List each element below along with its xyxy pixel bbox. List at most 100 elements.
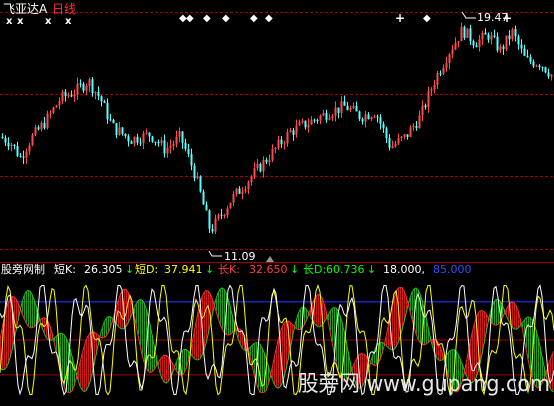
candle-body: [235, 188, 238, 195]
short-d-arrow: ↓: [205, 263, 214, 276]
candle-body: [412, 126, 415, 128]
candle-body: [370, 117, 373, 119]
candle-body: [172, 143, 175, 146]
candle-body: [127, 136, 130, 142]
signal-plus: +: [395, 11, 405, 25]
candle-body: [535, 65, 538, 67]
candle-body: [304, 120, 307, 128]
indicator-name: 股旁网制: [1, 262, 45, 276]
candle-body: [157, 141, 160, 144]
candle-body: [379, 117, 382, 124]
candle-body: [496, 36, 499, 51]
candle-body: [97, 91, 100, 97]
candle-body: [109, 119, 112, 121]
candle-body: [361, 119, 364, 122]
candle-body: [124, 133, 127, 137]
candle-body: [517, 36, 520, 45]
signal-diamond: ◆: [250, 13, 258, 24]
candle-body: [190, 154, 193, 166]
candle-body: [292, 130, 295, 135]
candle-body: [226, 208, 229, 216]
signal-diamond: ◆: [222, 13, 230, 24]
candle-body: [115, 123, 118, 135]
candle-body: [493, 35, 496, 37]
candle-body: [457, 41, 460, 43]
price-candles: [1, 22, 553, 235]
candle-body: [223, 215, 226, 217]
high-callout-line: [461, 11, 476, 19]
candle-body: [220, 214, 223, 216]
candle-body: [487, 34, 490, 40]
candle-body: [460, 26, 463, 42]
candle-body: [352, 106, 355, 109]
candle-body: [385, 128, 388, 138]
candle-body: [331, 115, 334, 119]
candle-body: [22, 156, 25, 158]
candle-body: [526, 55, 529, 58]
candle-body: [430, 89, 433, 91]
candle-body: [142, 133, 145, 144]
candle-body: [436, 73, 439, 86]
candle-body: [199, 176, 202, 192]
candle-body: [475, 45, 478, 48]
signal-diamond: ◆: [186, 13, 194, 24]
candle-body: [280, 139, 283, 145]
candle-body: [46, 113, 49, 129]
candle-body: [325, 112, 328, 120]
candle-body: [367, 114, 370, 119]
candle-body: [238, 188, 241, 194]
candle-body: [61, 91, 64, 102]
candle-body: [166, 147, 169, 154]
candle-body: [289, 130, 292, 133]
candle-body: [307, 124, 310, 128]
candle-body: [13, 144, 16, 147]
candle-body: [547, 72, 550, 77]
candle-body: [70, 95, 73, 97]
candle-body: [79, 83, 82, 85]
candle-body: [382, 123, 385, 129]
candle-body: [400, 136, 403, 139]
candle-body: [184, 142, 187, 149]
candle-body: [7, 142, 10, 147]
candle-body: [229, 202, 232, 209]
candle-body: [469, 28, 472, 42]
candle-body: [445, 63, 448, 68]
candle-body: [529, 57, 532, 62]
candle-body: [88, 79, 91, 87]
candle-body: [217, 214, 220, 219]
candle-body: [154, 141, 157, 143]
long-d-arrow: ↓: [367, 263, 376, 276]
candle-body: [151, 136, 154, 142]
candle-body: [355, 106, 358, 112]
candle-body: [169, 145, 172, 148]
candle-body: [322, 112, 325, 116]
candle-body: [328, 118, 331, 120]
candle-body: [4, 138, 7, 143]
short-k-label: 短K:: [54, 262, 76, 276]
candle-body: [64, 91, 67, 97]
candle-body: [490, 35, 493, 40]
candle-body: [298, 122, 301, 126]
candle-body: [19, 156, 22, 158]
candle-body: [136, 136, 139, 143]
candle-body: [208, 210, 211, 229]
short-k-value: 26.305: [84, 263, 123, 276]
candle-body: [100, 96, 103, 102]
candle-body: [43, 122, 46, 129]
candle-body: [130, 141, 133, 144]
candle-body: [241, 191, 244, 194]
candle-body: [37, 127, 40, 130]
candle-body: [550, 74, 553, 77]
candle-body: [349, 108, 352, 111]
candle-body: [403, 134, 406, 137]
candle-body: [337, 107, 340, 113]
candle-body: [133, 136, 136, 144]
candle-body: [31, 134, 34, 146]
candle-body: [334, 107, 337, 116]
signal-mark: x: [6, 16, 13, 27]
candle-body: [274, 147, 277, 149]
candle-body: [271, 148, 274, 161]
candle-body: [310, 119, 313, 125]
candle-body: [343, 101, 346, 106]
candle-body: [211, 228, 214, 232]
